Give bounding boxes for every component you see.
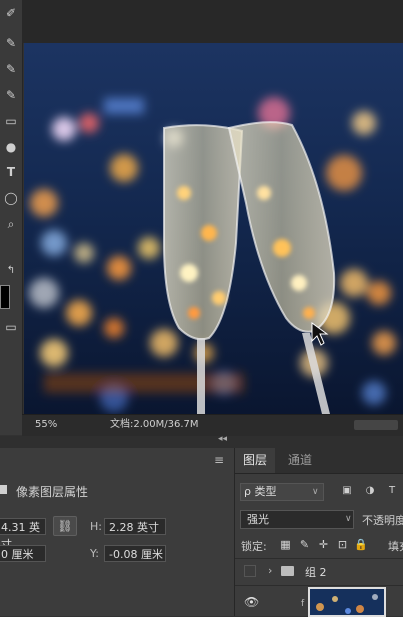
lock-position-icon[interactable]: ✛ (317, 538, 330, 551)
layer-filter-select[interactable]: ρ 类型 ∨ (240, 483, 324, 501)
quick-mask-icon[interactable]: ▭ (2, 318, 20, 336)
layers-panel: 图层 通道 ρ 类型 ∨ ▣ ◑ T 强光 ∨ 不透明度 锁定: ▦ ✎ ✛ ⊡… (235, 448, 403, 617)
panel-menu-icon[interactable]: ≡ (214, 453, 224, 467)
folder-icon (281, 566, 294, 576)
properties-panel: ≡ 像素图层属性 4.31 英寸 ⛓ H: 2.28 英寸 0 厘米 Y: -0… (0, 448, 235, 616)
filter-label: ρ 类型 (244, 485, 277, 498)
collapse-arrows-icon[interactable]: ◂◂ (218, 434, 227, 444)
status-scrollbar[interactable] (354, 420, 398, 430)
type-icon[interactable]: T (2, 163, 20, 181)
layer-row-group[interactable]: › 组 2 (235, 558, 403, 586)
blend-mode-select[interactable]: 强光 ∨ (240, 510, 354, 529)
spot-healing-brush-icon[interactable]: ✐ (2, 4, 20, 22)
lock-all-icon[interactable]: 🔒 (354, 538, 368, 551)
brush-icon[interactable]: ✎ (2, 34, 20, 52)
group-name: 组 2 (305, 566, 327, 579)
tools-toolbar: ✐ ✎ ✎ ✎ ▭ ● T ◯ ⌕ ↰ ▭ (0, 0, 23, 435)
layer-prefix: f (301, 599, 305, 609)
ellipse-icon[interactable]: ◯ (2, 189, 20, 207)
status-bar: 55% 文档:2.00M/36.7M (22, 414, 403, 436)
zoom-level[interactable]: 55% (35, 415, 57, 435)
height-field[interactable]: 2.28 英寸 (104, 518, 166, 535)
swap-colors-icon[interactable]: ↰ (2, 262, 20, 280)
tab-channels[interactable]: 通道 (280, 448, 320, 473)
chevron-down-icon: ∨ (312, 487, 319, 497)
eye-icon[interactable]: 👁 (244, 595, 259, 609)
canvas-pasteboard (22, 0, 403, 43)
layer-row[interactable]: 👁 f (235, 585, 403, 617)
width-field[interactable]: 4.31 英寸 (0, 518, 46, 551)
adjustment-filter-icon[interactable]: ◑ (363, 484, 377, 498)
y-field[interactable]: -0.08 厘米 (104, 545, 166, 562)
link-dimensions-icon[interactable]: ⛓ (53, 516, 77, 536)
foreground-color-swatch[interactable] (0, 285, 10, 309)
image-filter-icon[interactable]: ▣ (340, 484, 354, 498)
visibility-toggle[interactable] (244, 565, 256, 577)
type-filter-icon[interactable]: T (385, 484, 399, 498)
lock-image-icon[interactable]: ✎ (298, 538, 311, 551)
lock-artboard-icon[interactable]: ⊡ (336, 538, 349, 551)
zoom-icon[interactable]: ⌕ (2, 215, 20, 233)
blend-mode-value: 强光 (247, 513, 269, 526)
properties-title: 像素图层属性 (16, 485, 89, 499)
layer-thumbnail[interactable] (308, 587, 386, 617)
canvas-image[interactable] (24, 43, 403, 414)
opacity-label: 不透明度 (362, 514, 403, 527)
tab-layers[interactable]: 图层 (235, 448, 276, 473)
y-label: Y: (90, 547, 99, 560)
champagne-photo (24, 43, 403, 414)
fill-label: 填充 (388, 540, 403, 553)
chevron-down-icon: ∨ (345, 514, 352, 524)
lock-label: 锁定: (241, 540, 267, 553)
gradient-icon[interactable]: ▭ (2, 112, 20, 130)
pixel-layer-icon (0, 485, 7, 494)
lock-transparent-icon[interactable]: ▦ (279, 538, 292, 551)
chevron-right-icon[interactable]: › (268, 564, 272, 577)
document-size[interactable]: 文档:2.00M/36.7M (110, 415, 199, 435)
layers-tabbar: 图层 通道 (235, 448, 403, 474)
clone-stamp-icon[interactable]: ✎ (2, 60, 20, 78)
x-field[interactable]: 0 厘米 (0, 545, 46, 562)
thumbnail-image (310, 589, 384, 615)
height-label: H: (90, 520, 102, 533)
blur-icon[interactable]: ● (2, 138, 20, 156)
history-brush-icon[interactable]: ✎ (2, 86, 20, 104)
